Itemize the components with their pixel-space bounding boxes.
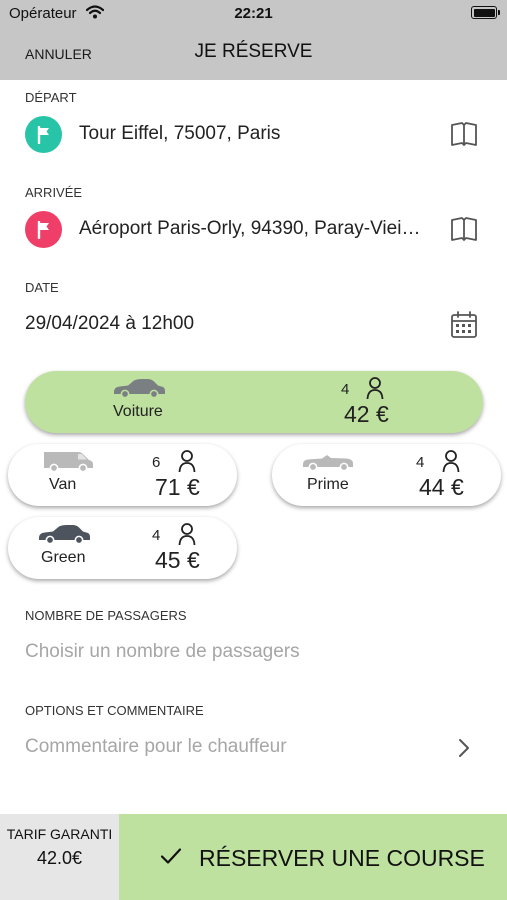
person-icon bbox=[442, 450, 460, 473]
car-icon bbox=[114, 379, 165, 399]
convertible-icon bbox=[303, 455, 353, 472]
arrival-label: ARRIVÉE bbox=[25, 185, 83, 200]
status-bar: Opérateur 22:21 bbox=[0, 0, 507, 30]
vehicle-option-prime[interactable]: Prime 4 44 € bbox=[272, 444, 501, 506]
vehicle-name: Prime bbox=[307, 476, 349, 493]
reserve-button-label: RÉSERVER UNE COURSE bbox=[199, 845, 485, 871]
vehicle-seats: 4 bbox=[152, 527, 161, 544]
vehicle-name: Van bbox=[49, 476, 77, 493]
vehicle-price: 42 € bbox=[344, 401, 389, 427]
car-icon bbox=[39, 525, 90, 545]
status-time: 22:21 bbox=[234, 5, 273, 22]
battery-icon bbox=[471, 6, 500, 19]
vehicle-price: 71 € bbox=[155, 474, 200, 500]
guaranteed-fare-box: TARIF GARANTI 42.0€ bbox=[0, 814, 119, 900]
person-icon bbox=[366, 377, 384, 400]
calendar-icon[interactable] bbox=[449, 310, 479, 340]
arrival-address[interactable]: Aéroport Paris-Orly, 94390, Paray-Vieill… bbox=[79, 218, 424, 240]
vehicle-seats: 6 bbox=[152, 454, 161, 471]
van-icon bbox=[44, 452, 93, 473]
vehicle-option-van[interactable]: Van 6 71 € bbox=[8, 444, 237, 506]
tariff-label: TARIF GARANTI bbox=[6, 826, 113, 842]
address-book-icon[interactable] bbox=[449, 214, 479, 244]
reserve-button[interactable]: RÉSERVER UNE COURSE bbox=[119, 814, 507, 900]
departure-address[interactable]: Tour Eiffel, 75007, Paris bbox=[79, 123, 424, 145]
options-label: OPTIONS ET COMMENTAIRE bbox=[25, 703, 204, 718]
departure-label: DÉPART bbox=[25, 90, 77, 105]
vehicle-name: Green bbox=[41, 549, 86, 566]
date-label: DATE bbox=[25, 280, 59, 295]
vehicle-seats: 4 bbox=[416, 454, 425, 471]
passengers-input[interactable]: Choisir un nombre de passagers bbox=[25, 641, 300, 663]
header: Opérateur 22:21 ANNULER JE RÉSERVE bbox=[0, 0, 507, 80]
vehicle-seats: 4 bbox=[341, 381, 350, 398]
vehicle-option-voiture[interactable]: Voiture 4 42 € bbox=[25, 371, 483, 433]
checkmark-icon bbox=[160, 848, 182, 864]
vehicle-name: Voiture bbox=[113, 403, 163, 420]
comment-input[interactable]: Commentaire pour le chauffeur bbox=[25, 736, 287, 758]
tariff-value: 42.0€ bbox=[36, 848, 83, 868]
departure-flag-icon bbox=[25, 116, 62, 153]
vehicle-option-green[interactable]: Green 4 45 € bbox=[8, 517, 237, 579]
person-icon bbox=[178, 450, 196, 473]
vehicle-price: 45 € bbox=[155, 547, 200, 573]
vehicle-price: 44 € bbox=[419, 474, 464, 500]
chevron-right-icon[interactable] bbox=[455, 737, 473, 759]
passengers-label: NOMBRE DE PASSAGERS bbox=[25, 608, 187, 623]
address-book-icon[interactable] bbox=[449, 119, 479, 149]
cancel-button[interactable]: ANNULER bbox=[25, 46, 92, 62]
person-icon bbox=[178, 523, 196, 546]
date-value[interactable]: 29/04/2024 à 12h00 bbox=[25, 313, 194, 335]
arrival-flag-icon bbox=[25, 211, 62, 248]
